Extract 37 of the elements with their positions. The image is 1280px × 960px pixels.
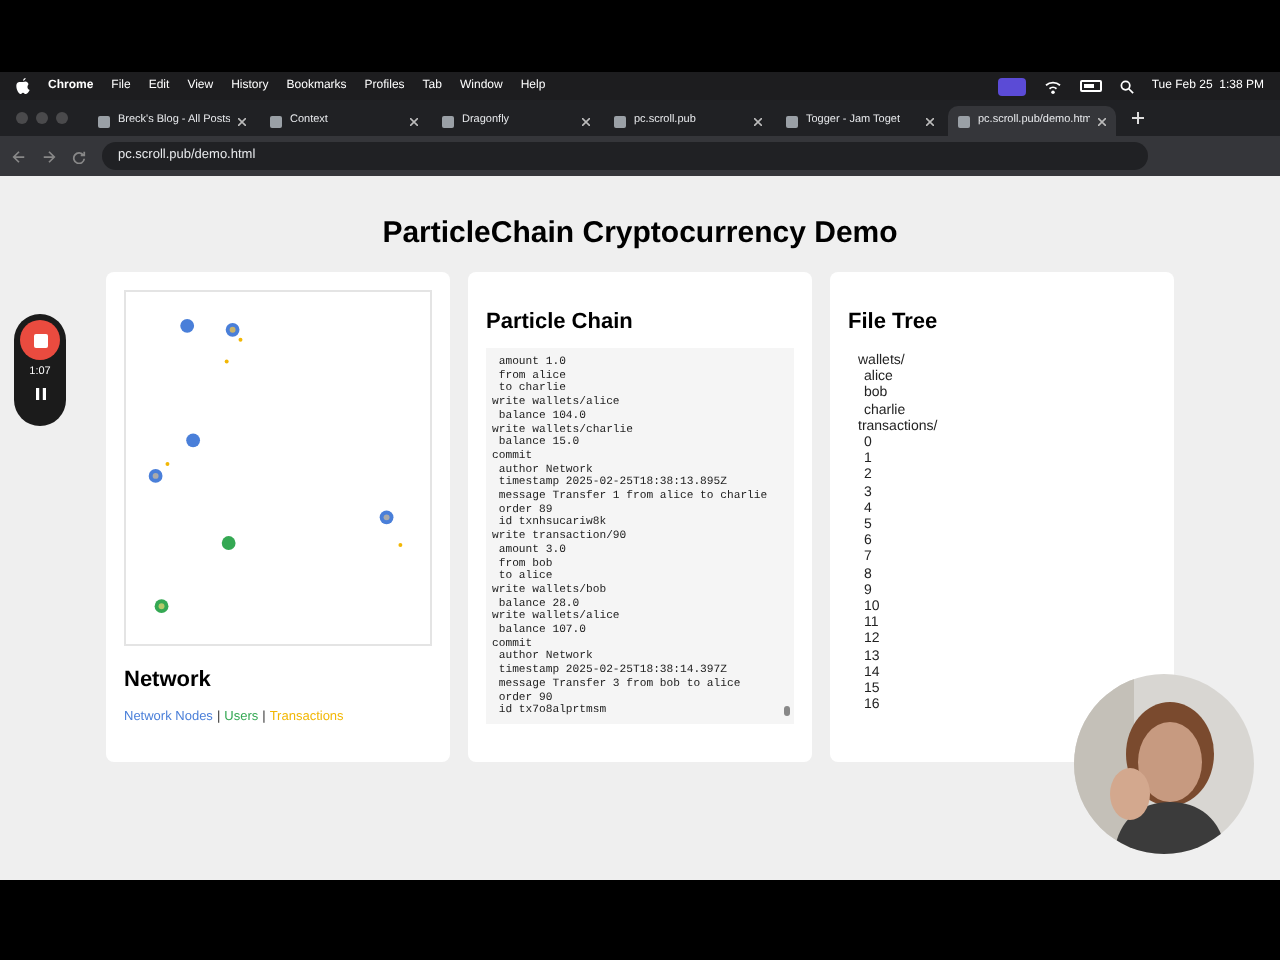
back-arrow-icon[interactable] [12,149,26,163]
search-icon[interactable] [1119,79,1134,93]
section-heading: File Tree [848,308,940,336]
apple-logo-icon[interactable] [16,78,30,94]
user-dot [154,599,169,614]
section-heading: Network [124,666,213,694]
section-heading: Particle Chain [486,308,635,336]
favicon-icon [98,115,110,127]
favicon-icon [958,115,970,127]
transaction-dot [165,462,170,467]
transaction-dot [224,359,229,364]
close-icon[interactable] [238,117,246,125]
node-dot [180,318,195,333]
transaction-dot [238,337,243,342]
node-dot [379,510,394,525]
node-dot [186,433,201,448]
favicon-icon [614,115,626,127]
close-icon[interactable] [926,117,934,125]
favicon-icon [786,115,798,127]
close-icon[interactable] [410,117,418,125]
scrollbar-thumb[interactable] [784,706,790,716]
close-icon[interactable] [754,117,762,125]
favicon-icon [442,115,454,127]
close-icon[interactable] [582,117,590,125]
node-dot [225,322,240,337]
pause-icon[interactable] [35,388,45,400]
forward-arrow-icon[interactable] [42,149,56,163]
new-tab-icon[interactable] [1132,112,1144,124]
battery-icon[interactable] [1079,80,1102,92]
node-dot [148,469,163,483]
page-title: ParticleChain Cryptocurrency Demo [382,216,898,252]
reload-icon[interactable] [72,149,86,163]
favicon-icon [270,115,282,127]
close-icon[interactable] [1098,117,1106,125]
user-dot [221,536,236,550]
wifi-icon[interactable] [1043,79,1062,93]
stop-recording-button[interactable] [20,320,60,360]
